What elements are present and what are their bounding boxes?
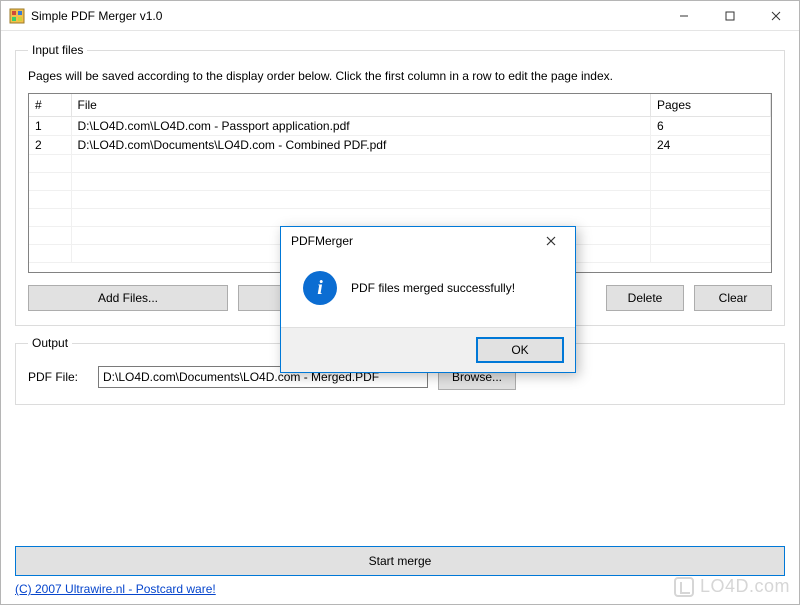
table-row[interactable] [29,208,771,226]
footer-link[interactable]: (C) 2007 Ultrawire.nl - Postcard ware! [15,582,216,596]
cell-pages[interactable]: 24 [651,135,771,154]
output-label: PDF File: [28,370,88,384]
titlebar: Simple PDF Merger v1.0 [1,1,799,31]
cell-index[interactable]: 2 [29,135,71,154]
table-row[interactable] [29,172,771,190]
col-header-pages[interactable]: Pages [651,94,771,116]
dialog-message: PDF files merged successfully! [351,281,515,295]
add-files-button[interactable]: Add Files... [28,285,228,311]
cell-file[interactable]: D:\LO4D.com\Documents\LO4D.com - Combine… [71,135,651,154]
table-row[interactable]: 2 D:\LO4D.com\Documents\LO4D.com - Combi… [29,135,771,154]
maximize-button[interactable] [707,1,753,31]
output-legend: Output [28,336,72,350]
input-files-legend: Input files [28,43,87,57]
table-row[interactable] [29,190,771,208]
cell-pages[interactable]: 6 [651,116,771,135]
col-header-file[interactable]: File [71,94,651,116]
close-button[interactable] [753,1,799,31]
cell-index[interactable]: 1 [29,116,71,135]
minimize-button[interactable] [661,1,707,31]
col-header-index[interactable]: # [29,94,71,116]
dialog-title: PDFMerger [291,234,353,248]
table-row[interactable] [29,154,771,172]
window-title: Simple PDF Merger v1.0 [31,9,162,23]
table-row[interactable]: 1 D:\LO4D.com\LO4D.com - Passport applic… [29,116,771,135]
message-dialog: PDFMerger i PDF files merged successfull… [280,226,576,373]
app-icon [9,8,25,24]
dialog-ok-button[interactable]: OK [477,338,563,362]
dialog-titlebar[interactable]: PDFMerger [281,227,575,255]
dialog-close-button[interactable] [533,229,569,253]
start-merge-button[interactable]: Start merge [15,546,785,576]
instruction-text: Pages will be saved according to the dis… [28,69,772,83]
clear-button[interactable]: Clear [694,285,772,311]
cell-file[interactable]: D:\LO4D.com\LO4D.com - Passport applicat… [71,116,651,135]
delete-button[interactable]: Delete [606,285,684,311]
info-icon: i [303,271,337,305]
